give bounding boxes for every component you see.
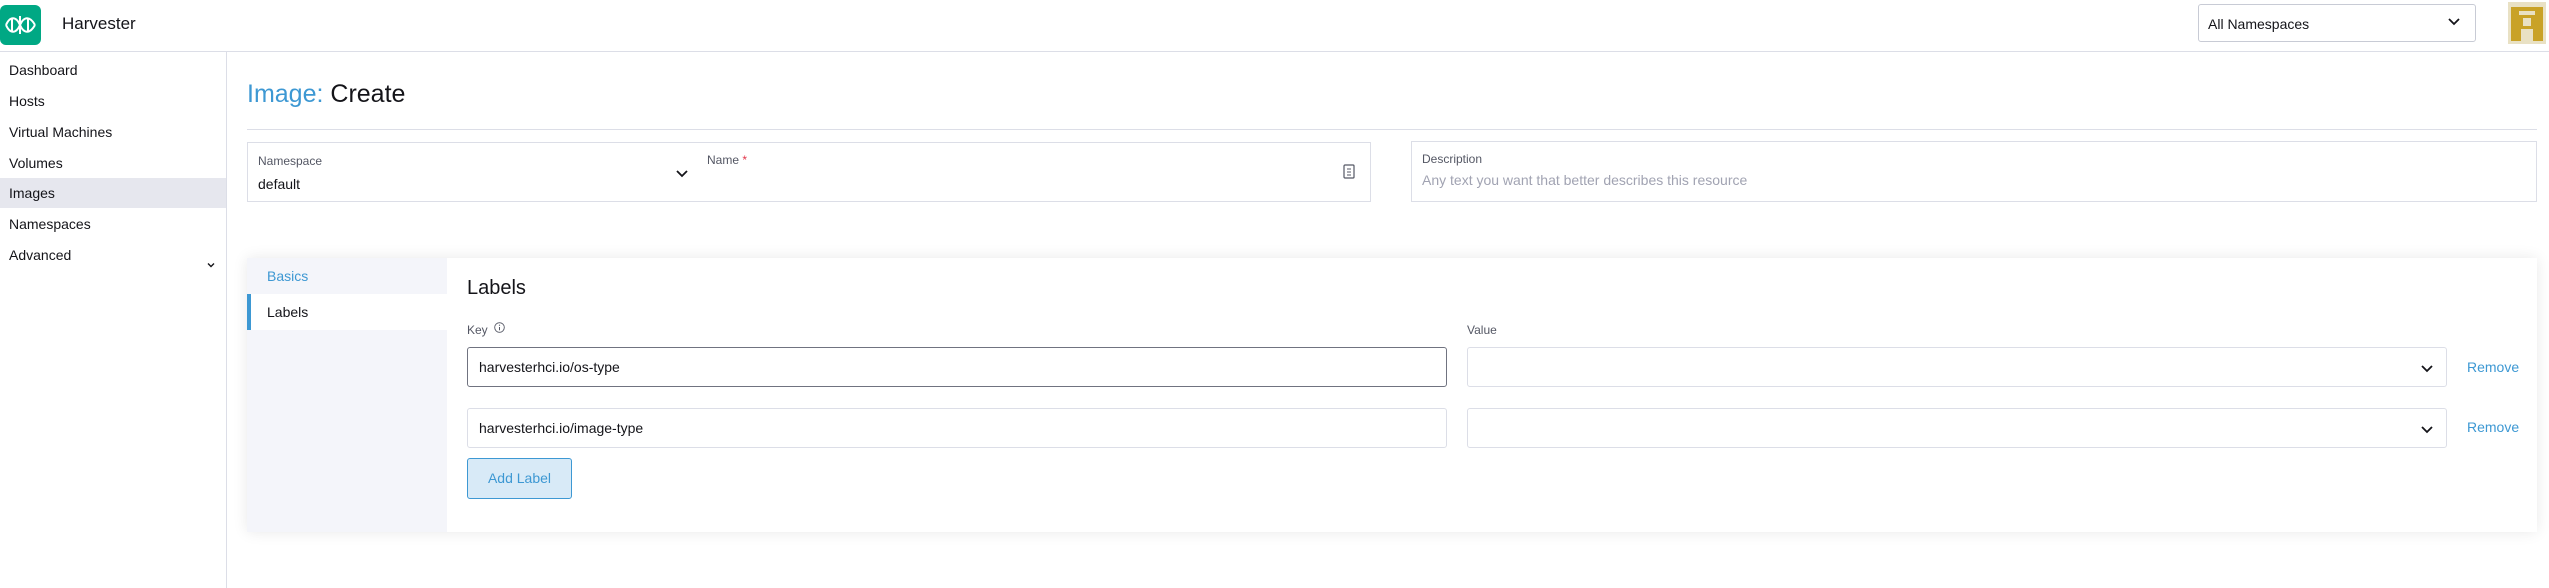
user-avatar-icon[interactable]	[2508, 2, 2546, 44]
title-divider	[247, 129, 2537, 130]
required-marker: *	[742, 153, 748, 167]
sidebar-item-volumes[interactable]: Volumes	[0, 148, 226, 178]
name-label: Name *	[707, 153, 747, 167]
chevron-down-icon	[675, 167, 689, 186]
page-title: Image: Create	[247, 80, 405, 109]
namespace-select[interactable]: Namespace default	[247, 142, 697, 202]
add-label-button[interactable]: Add Label	[467, 458, 572, 499]
info-icon[interactable]	[494, 322, 505, 336]
sidebar-item-namespaces[interactable]: Namespaces	[0, 209, 226, 239]
app-title: Harvester	[62, 14, 136, 33]
description-input[interactable]: Any text you want that better describes …	[1422, 172, 1747, 188]
tabbed-panel: Basics Labels	[247, 258, 2537, 532]
harvester-logo-icon[interactable]	[0, 5, 41, 45]
chevron-down-icon	[2420, 423, 2434, 442]
namespace-label: Namespace	[258, 154, 323, 168]
tab-basics[interactable]: Basics	[247, 258, 447, 294]
remove-label-button[interactable]: Remove	[2467, 419, 2519, 435]
namespace-filter-select[interactable]: All Namespaces	[2198, 4, 2476, 42]
tab-labels[interactable]: Labels	[247, 294, 447, 330]
sidebar-item-virtual-machines[interactable]: Virtual Machines	[0, 117, 226, 147]
description-label: Description	[1422, 152, 1483, 166]
sidebar-item-dashboard[interactable]: Dashboard	[0, 55, 226, 85]
sidebar-item-hosts[interactable]: Hosts	[0, 86, 226, 116]
namespace-value: default	[258, 176, 301, 192]
label-key-input[interactable]: harvesterhci.io/os-type	[467, 347, 1447, 387]
file-upload-icon[interactable]	[1343, 164, 1355, 184]
label-value-select[interactable]	[1467, 347, 2447, 387]
remove-label-button[interactable]: Remove	[2467, 359, 2519, 375]
name-field[interactable]: Name *	[696, 142, 1371, 202]
description-field[interactable]: Description Any text you want that bette…	[1411, 141, 2537, 202]
label-value-select[interactable]	[1467, 408, 2447, 448]
name-label-text: Name	[707, 153, 740, 167]
value-column-header: Value	[1467, 323, 1497, 337]
sidebar-item-images[interactable]: Images	[0, 178, 226, 208]
top-header: Harvester All Namespaces	[0, 0, 2549, 52]
chevron-down-icon	[2420, 362, 2434, 381]
chevron-down-icon	[206, 250, 216, 280]
sidebar-item-advanced-label: Advanced	[9, 247, 72, 263]
key-column-header: Key	[467, 322, 505, 337]
sidebar: Dashboard Hosts Virtual Machines Volumes…	[0, 52, 227, 588]
page-title-action: Create	[330, 80, 406, 108]
label-key-input[interactable]: harvesterhci.io/image-type	[467, 408, 1447, 448]
namespace-filter-value: All Namespaces	[2208, 16, 2310, 32]
tab-list: Basics Labels	[247, 258, 447, 532]
sidebar-item-advanced[interactable]: Advanced	[0, 240, 226, 270]
key-header-text: Key	[467, 323, 488, 337]
chevron-down-icon	[2447, 15, 2461, 34]
labels-section-title: Labels	[467, 277, 526, 299]
breadcrumb-link[interactable]: Image:	[247, 80, 323, 108]
